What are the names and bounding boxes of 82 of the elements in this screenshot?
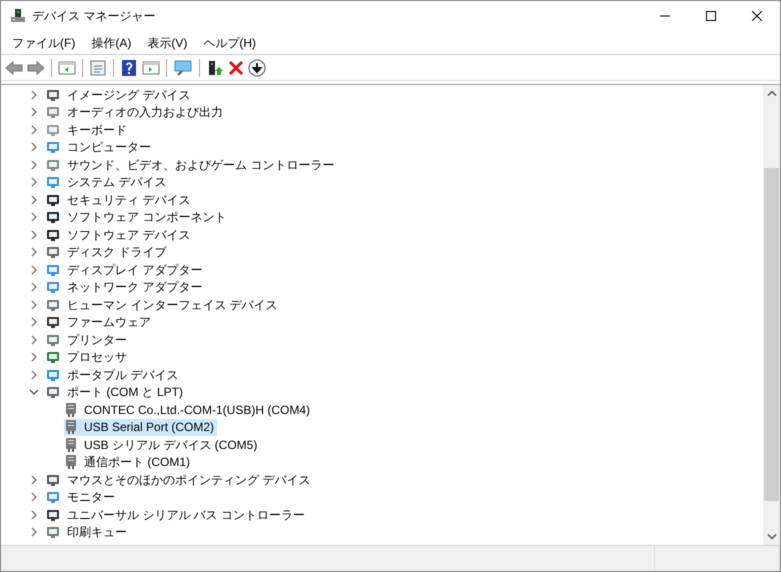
tree-item[interactable]: ディスプレイ アダプター [67, 260, 202, 279]
expand-chevron-icon[interactable] [29, 492, 39, 502]
tree-item[interactable]: ユニバーサル シリアル バス コントローラー [67, 506, 306, 524]
expand-chevron-icon[interactable] [29, 370, 39, 380]
tree-item[interactable]: ソフトウェア コンポーネント [67, 208, 226, 226]
menu-item[interactable]: 表示(V) [139, 32, 196, 52]
collapse-chevron-icon[interactable] [29, 387, 39, 398]
menu-item[interactable]: ヘルプ(H) [195, 32, 264, 52]
tree-item[interactable]: ポータブル デバイス [67, 366, 178, 384]
device-icon [45, 209, 61, 226]
tree-item[interactable]: イメージング デバイス [67, 86, 190, 104]
expand-chevron-icon[interactable] [29, 282, 39, 292]
tree-item[interactable]: USB Serial Port (COM2) [64, 418, 218, 436]
tree-item[interactable]: システム デバイス [67, 173, 166, 192]
device-icon [45, 384, 61, 400]
help-icon[interactable] [120, 60, 138, 76]
tree-item[interactable]: ソフトウェア デバイス [67, 226, 190, 244]
menu-item[interactable]: 操作(A) [83, 32, 140, 52]
expand-chevron-icon[interactable] [29, 90, 39, 100]
tree-item[interactable]: ネットワーク アダプター [67, 278, 202, 296]
port-icon [64, 454, 78, 470]
tree-item[interactable]: サウンド、ビデオ、およびゲーム コントローラー [67, 156, 334, 174]
back-arrow-icon[interactable] [5, 60, 23, 76]
window-title: デバイス マネージャー [32, 8, 156, 25]
expand-chevron-icon[interactable] [29, 194, 39, 205]
expand-chevron-icon[interactable] [29, 160, 39, 170]
tree-item[interactable]: ファームウェア [67, 313, 151, 332]
tree-item[interactable]: コンピューター [67, 138, 151, 156]
tree-item[interactable]: CONTEC Co.,Ltd.-COM-1(USB)H (COM4) [64, 401, 314, 418]
tree-item[interactable]: プロセッサ [67, 348, 127, 366]
device-icon [45, 174, 61, 190]
port-icon [64, 419, 78, 436]
device-icon [45, 244, 61, 260]
expand-chevron-icon[interactable] [29, 212, 39, 222]
tree-item[interactable]: キーボード [67, 120, 127, 139]
maximize-icon [706, 11, 716, 21]
tree-item[interactable]: 通信ポート (COM1) [64, 454, 193, 471]
monitor-magnifier-icon[interactable] [173, 60, 193, 76]
action-pane-icon[interactable] [142, 60, 160, 76]
expand-chevron-icon[interactable] [29, 107, 39, 118]
tree-item[interactable]: ポート (COM と LPT) [67, 383, 183, 402]
device-icon [45, 104, 61, 120]
scrollbar[interactable] [763, 85, 780, 545]
expand-chevron-icon[interactable] [29, 510, 39, 520]
expand-chevron-icon[interactable] [29, 247, 39, 258]
device-icon [45, 139, 61, 156]
device-icon [45, 489, 61, 506]
device-icon [45, 314, 61, 330]
properties-icon[interactable] [89, 60, 107, 76]
expand-chevron-icon[interactable] [29, 474, 39, 485]
expand-chevron-icon[interactable] [29, 334, 39, 345]
device-icon [45, 524, 61, 540]
expand-chevron-icon[interactable] [29, 142, 39, 152]
menu-item[interactable]: ファイル(F) [4, 32, 84, 52]
uninstall-x-icon[interactable] [228, 60, 244, 76]
device-icon [45, 279, 61, 296]
download-circle-icon[interactable] [248, 58, 266, 76]
tree-item[interactable]: プリンター [67, 330, 127, 349]
port-icon [64, 436, 78, 453]
expand-chevron-icon[interactable] [29, 300, 39, 310]
tree-item[interactable]: ヒューマン インターフェイス デバイス [67, 296, 278, 314]
tree-item[interactable]: モニター [67, 488, 115, 506]
expand-chevron-icon[interactable] [29, 264, 39, 275]
close-icon [752, 11, 762, 21]
tree-item[interactable]: オーディオの入力および出力 [67, 103, 223, 122]
expand-chevron-icon[interactable] [29, 317, 39, 328]
tree-item[interactable]: セキュリティ デバイス [67, 190, 190, 209]
port-icon [64, 402, 78, 418]
expand-chevron-icon[interactable] [29, 124, 39, 135]
app-icon [10, 8, 26, 24]
tree-item[interactable]: 印刷キュー [67, 523, 127, 542]
device-icon [45, 349, 61, 366]
expand-chevron-icon[interactable] [29, 527, 39, 538]
console-tree-icon[interactable] [58, 60, 76, 76]
forward-arrow-icon[interactable] [27, 60, 45, 76]
tree-item[interactable]: ディスク ドライブ [67, 243, 166, 262]
tree-item[interactable]: USB シリアル デバイス (COM5) [64, 436, 260, 454]
tree-item[interactable]: マウスとそのほかのポインティング デバイス [67, 470, 310, 489]
expand-chevron-icon[interactable] [29, 230, 39, 240]
expand-chevron-icon[interactable] [29, 352, 39, 362]
expand-chevron-icon[interactable] [29, 177, 39, 188]
device-up-arrow-icon[interactable] [206, 60, 224, 76]
